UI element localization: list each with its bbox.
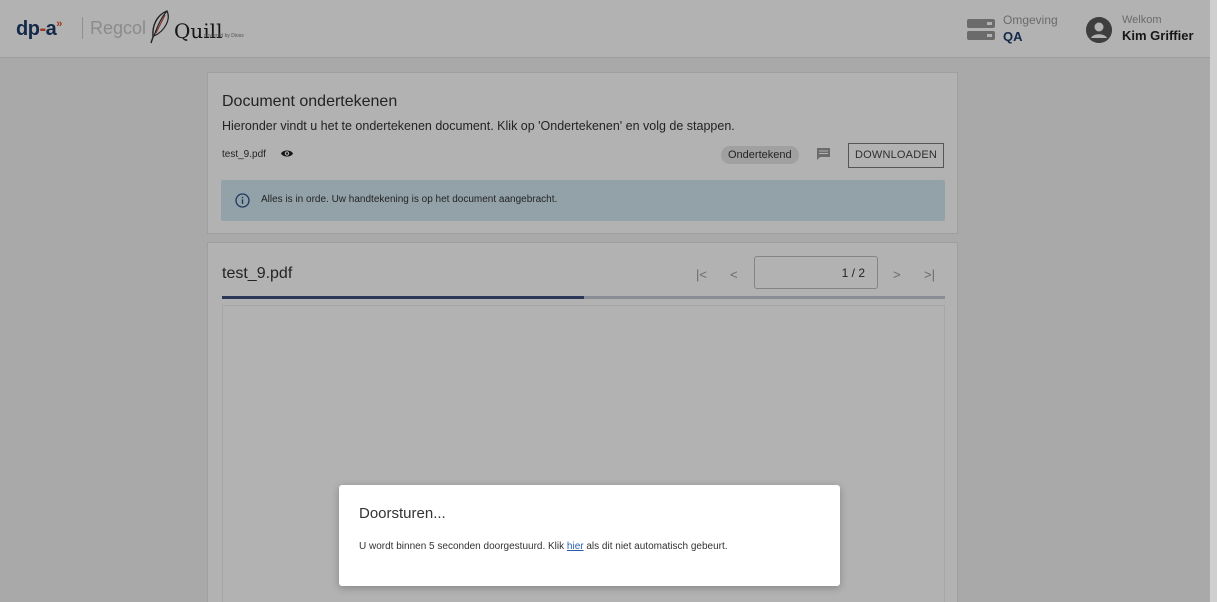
dialog-title: Doorsturen... <box>359 505 446 522</box>
redirect-link[interactable]: hier <box>567 541 584 552</box>
dialog-text: U wordt binnen 5 seconden doorgestuurd. … <box>359 541 728 552</box>
dialog-text-after: als dit niet automatisch gebeurt. <box>583 541 728 552</box>
dialog-text-before: U wordt binnen 5 seconden doorgestuurd. … <box>359 541 567 552</box>
scrollbar[interactable] <box>1210 0 1217 602</box>
redirect-dialog: Doorsturen... U wordt binnen 5 seconden … <box>339 485 840 586</box>
